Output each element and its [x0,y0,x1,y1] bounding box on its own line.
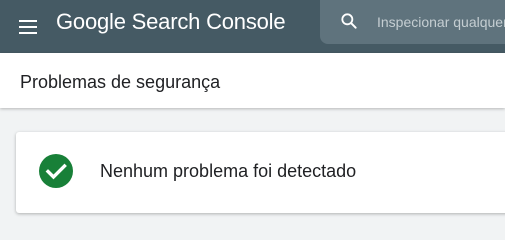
search-input[interactable] [377,11,505,33]
hamburger-menu-icon [19,20,37,22]
check-circle-icon [39,154,73,188]
url-inspection-search[interactable] [320,0,505,44]
hamburger-menu-icon [19,26,37,28]
hamburger-menu-icon [19,32,37,34]
status-message: Nenhum problema foi detectado [100,161,357,181]
main-menu-button[interactable] [15,14,41,40]
top-app-bar: Google Search Console [0,0,505,53]
page-title: Problemas de segurança [20,72,221,92]
page-header: Problemas de segurança [0,53,505,108]
security-status-card: Nenhum problema foi detectado [16,132,505,213]
app-title[interactable]: Google Search Console [56,8,286,36]
search-icon[interactable] [339,11,359,31]
